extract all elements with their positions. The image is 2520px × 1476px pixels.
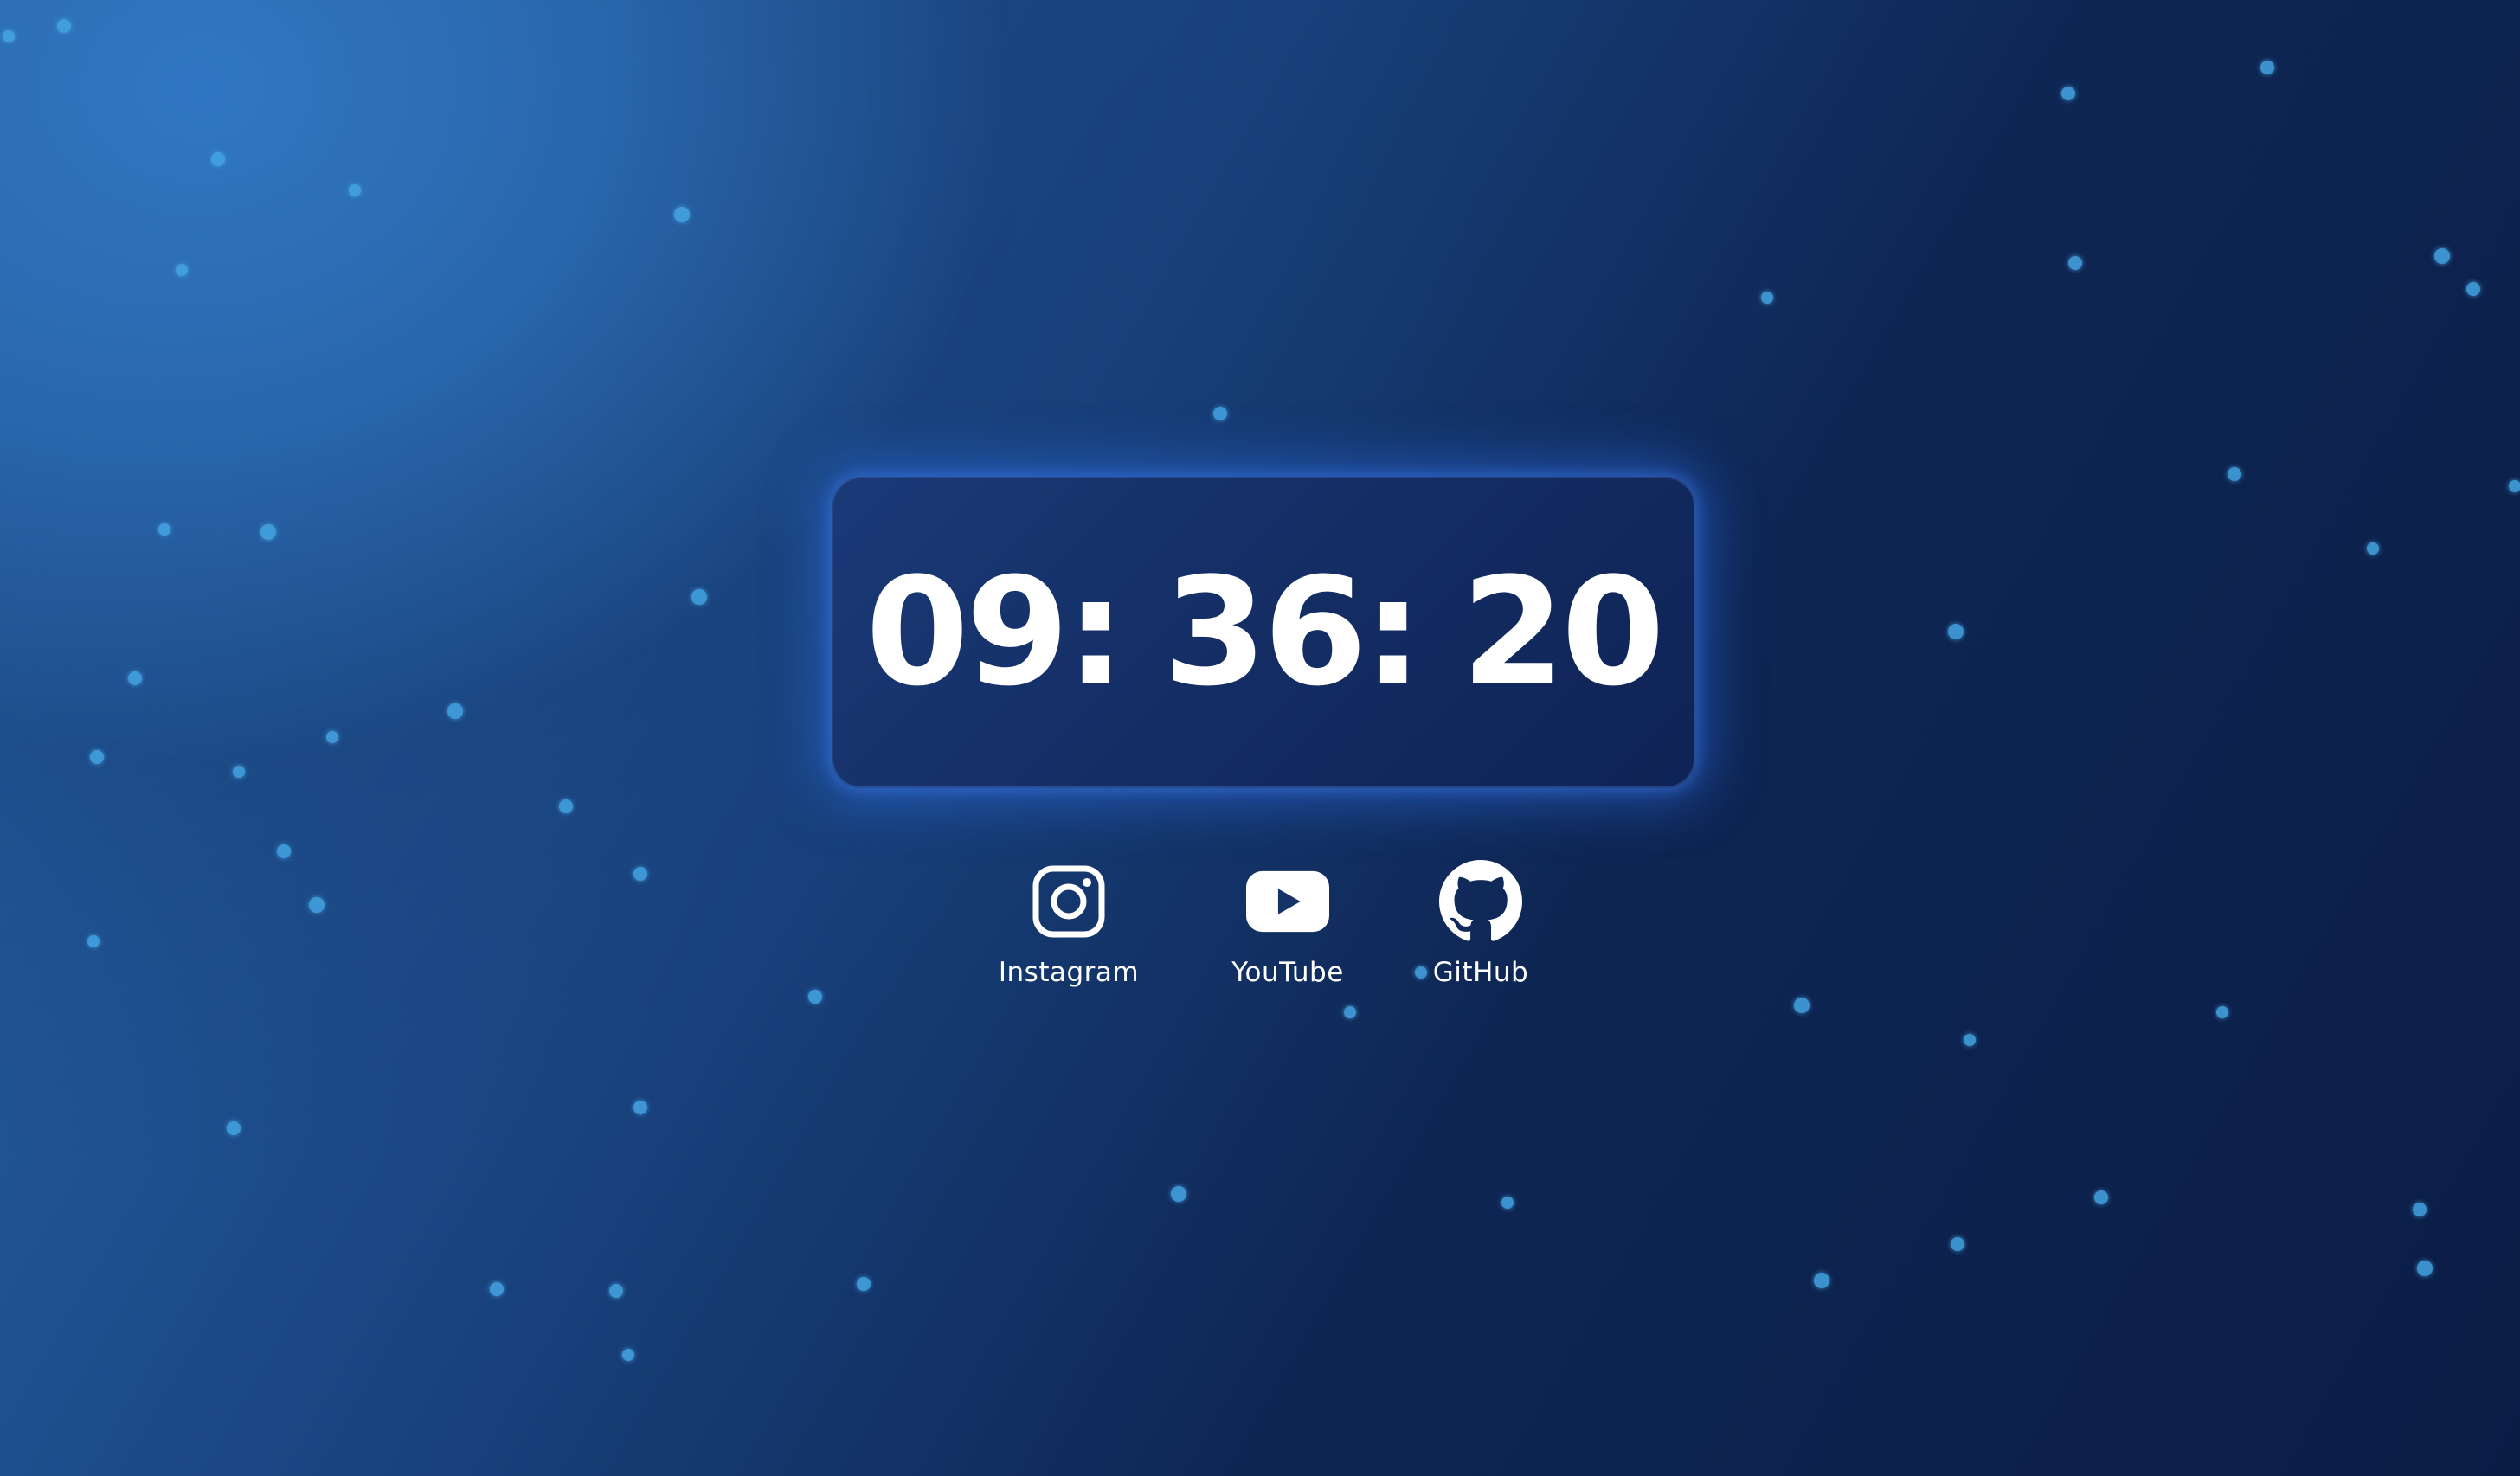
github-icon	[1439, 860, 1522, 943]
particle	[691, 589, 707, 605]
instagram-link[interactable]: Instagram	[956, 860, 1181, 988]
particle	[349, 184, 361, 196]
particle	[1951, 1237, 1964, 1251]
youtube-label: YouTube	[1231, 957, 1344, 988]
particle	[1964, 1034, 1976, 1046]
particle	[309, 897, 325, 913]
clock-display: 09:36:20	[865, 545, 1665, 719]
github-label: GitHub	[1432, 957, 1529, 988]
clock-separator: :	[1363, 545, 1424, 719]
particle	[233, 766, 245, 778]
particle	[808, 990, 822, 1004]
particle	[1948, 624, 1964, 639]
particle	[490, 1282, 504, 1296]
clock-seconds: 20	[1461, 545, 1664, 719]
particle	[2367, 542, 2379, 555]
particle	[277, 844, 291, 858]
github-link[interactable]: GitHub	[1368, 860, 1593, 988]
clock-separator: :	[1065, 545, 1126, 719]
particle	[57, 19, 71, 33]
clock-hours: 09	[865, 545, 1069, 719]
particle	[2466, 282, 2480, 296]
particle	[1794, 998, 1810, 1013]
particle	[158, 523, 170, 536]
clock-card: 09:36:20	[832, 477, 1695, 788]
particle	[2068, 256, 2082, 270]
particle	[128, 671, 142, 685]
particle	[211, 152, 225, 166]
particle	[2216, 1006, 2228, 1018]
particle	[2417, 1261, 2433, 1276]
particle	[674, 207, 690, 222]
particle	[633, 867, 647, 881]
particle	[1171, 1186, 1186, 1202]
particle	[2434, 248, 2450, 264]
instagram-label: Instagram	[998, 957, 1140, 988]
particle	[2260, 61, 2274, 74]
particle	[1761, 292, 1773, 304]
particle	[2061, 87, 2075, 100]
youtube-link[interactable]: YouTube	[1175, 860, 1400, 988]
clock-minutes: 36	[1163, 545, 1366, 719]
particle	[176, 264, 188, 276]
particle	[447, 703, 463, 719]
instagram-icon	[1027, 860, 1110, 943]
particle	[622, 1349, 634, 1361]
particle	[3, 30, 15, 42]
particle	[2094, 1190, 2108, 1204]
particle	[633, 1101, 647, 1114]
particle	[260, 524, 276, 540]
particle	[1814, 1273, 1829, 1288]
particle	[2509, 480, 2520, 492]
particle	[857, 1277, 871, 1291]
particle	[559, 799, 573, 813]
particle	[1213, 407, 1227, 420]
particle	[2228, 467, 2241, 481]
particle	[609, 1284, 623, 1298]
youtube-icon	[1246, 860, 1329, 943]
particle	[326, 731, 338, 743]
particle	[87, 935, 100, 947]
particle	[90, 750, 104, 764]
particle	[2413, 1203, 2427, 1216]
particle	[227, 1121, 241, 1135]
particle	[1501, 1197, 1514, 1209]
particle	[1344, 1006, 1356, 1018]
